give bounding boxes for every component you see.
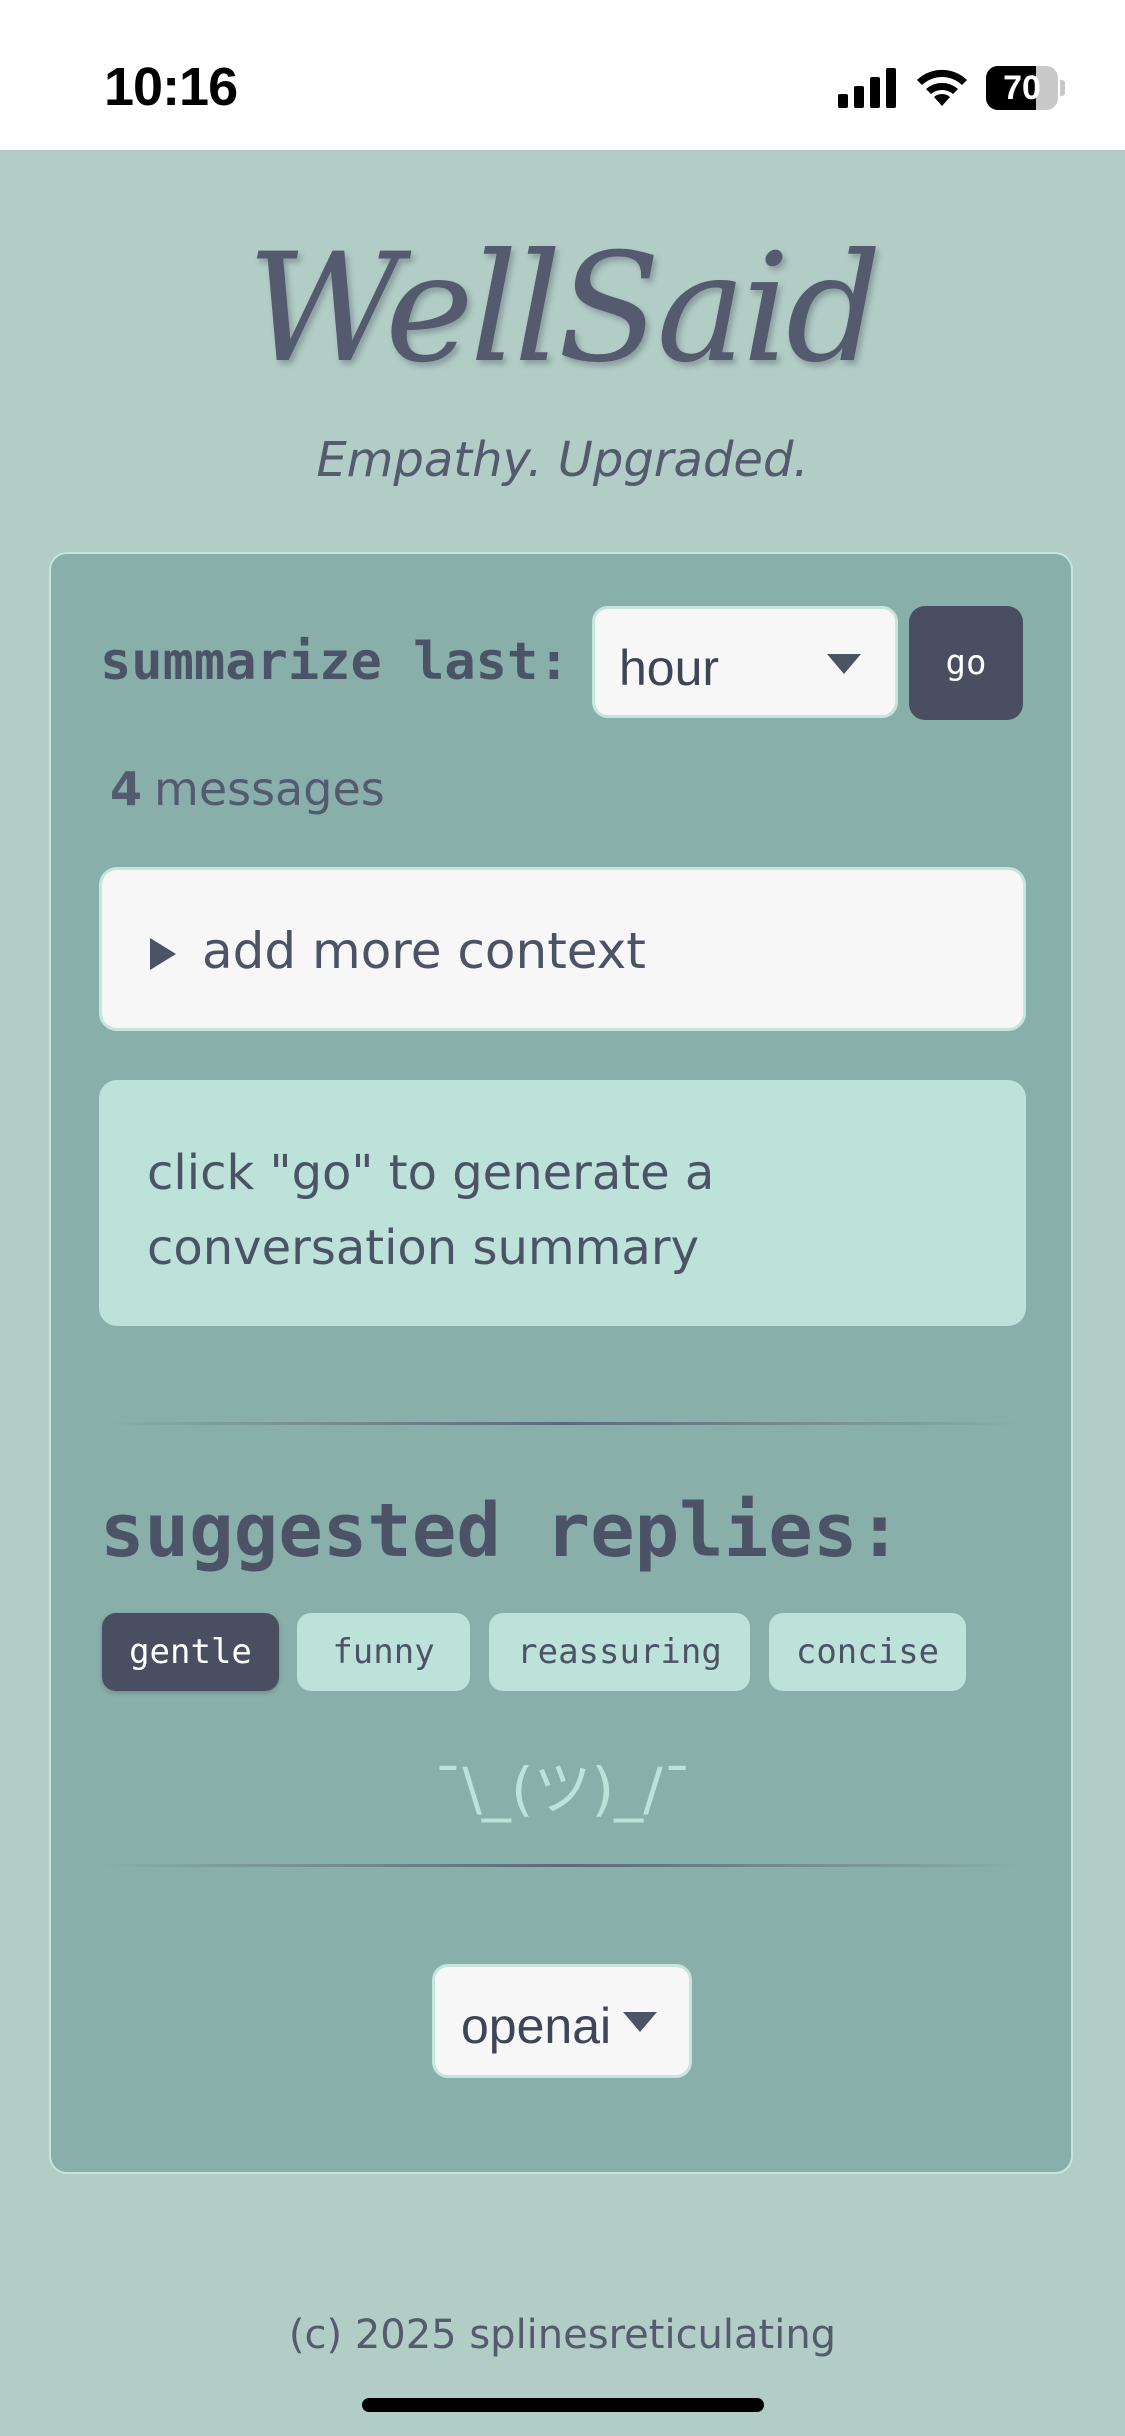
battery-icon: 70 xyxy=(986,66,1066,110)
provider-select[interactable]: openai xyxy=(432,1964,692,2078)
period-select[interactable]: hour xyxy=(592,606,898,718)
battery-body: 70 xyxy=(986,66,1058,110)
summary-box: click "go" to generate a conversation su… xyxy=(99,1080,1026,1326)
chevron-down-icon xyxy=(623,2012,657,2032)
provider-select-value: openai xyxy=(461,1998,612,2054)
divider xyxy=(100,1864,1025,1867)
battery-nub xyxy=(1060,80,1065,96)
footer-copyright: (c) 2025 splinesreticulating xyxy=(288,2312,837,2358)
message-count-number: 4 xyxy=(110,762,143,816)
tone-chip-reassuring[interactable]: reassuring xyxy=(489,1613,750,1691)
go-button[interactable]: go xyxy=(909,606,1023,720)
message-count-label: messages xyxy=(154,762,385,816)
no-replies-shrug: ¯\_(ツ)_/¯ xyxy=(433,1755,692,1823)
divider xyxy=(100,1422,1025,1425)
message-count: 4 messages xyxy=(110,762,385,816)
chevron-down-icon xyxy=(827,654,861,674)
home-indicator xyxy=(362,2398,764,2412)
tone-chip-concise[interactable]: concise xyxy=(769,1613,966,1691)
add-context-toggle[interactable]: add more context xyxy=(99,867,1026,1031)
period-select-value: hour xyxy=(619,640,720,696)
suggested-replies-heading: suggested replies: xyxy=(100,1488,902,1574)
status-time: 10:16 xyxy=(104,57,238,117)
wifi-icon xyxy=(917,69,967,106)
tagline: Empathy. Upgraded. xyxy=(316,432,809,488)
app-logo: WellSaid xyxy=(247,222,882,396)
tone-chip-funny[interactable]: funny xyxy=(297,1613,470,1691)
tone-chip-gentle[interactable]: gentle xyxy=(102,1613,279,1691)
cellular-signal-icon xyxy=(838,68,896,108)
battery-level: 70 xyxy=(1003,69,1041,107)
summarize-label: summarize last: xyxy=(100,632,570,692)
status-bar: 10:16 70 xyxy=(0,0,1125,150)
add-context-label: add more context xyxy=(202,922,646,980)
triangle-right-icon xyxy=(150,938,176,970)
